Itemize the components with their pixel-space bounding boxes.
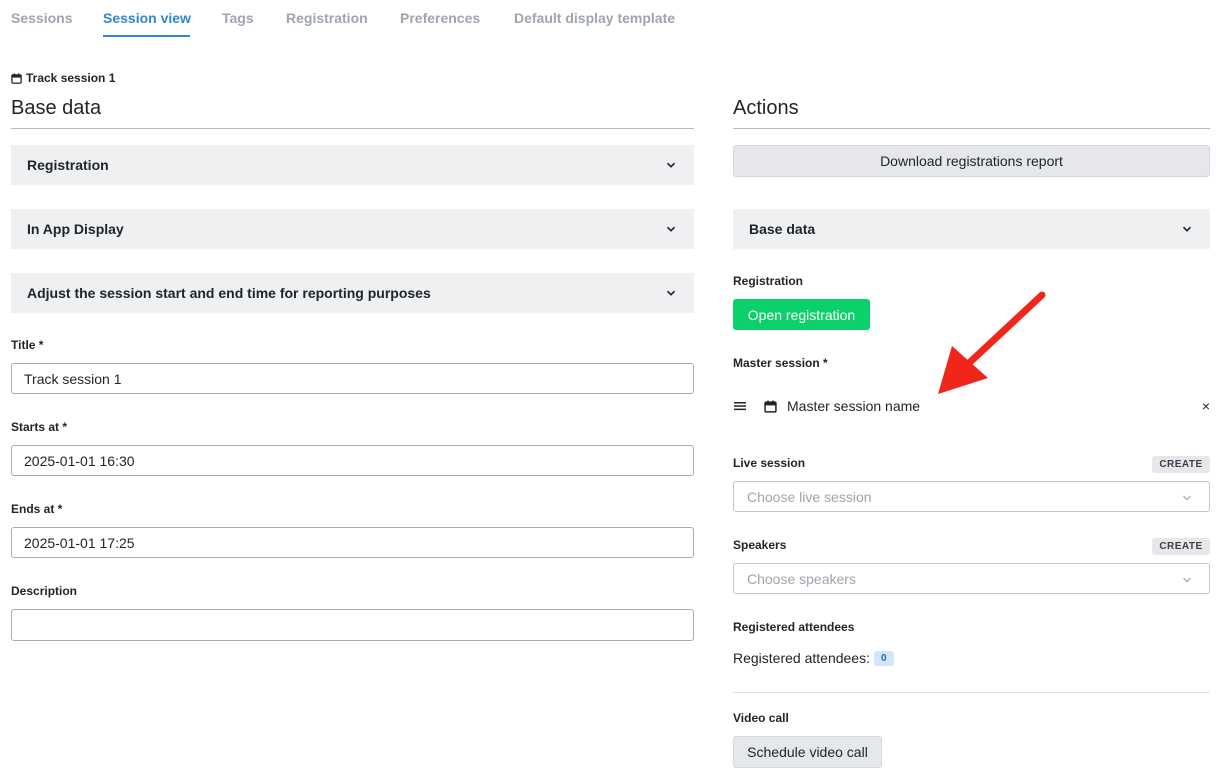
registered-attendees-text: Registered attendees: xyxy=(733,650,870,666)
open-registration-button[interactable]: Open registration xyxy=(733,299,870,330)
live-session-select[interactable]: Choose live session xyxy=(733,481,1210,512)
calendar-icon xyxy=(764,400,777,413)
tab-default-display-template[interactable]: Default display template xyxy=(514,10,675,26)
divider xyxy=(733,128,1210,129)
accordion-registration[interactable]: Registration xyxy=(11,145,694,185)
starts-at-label: Starts at * xyxy=(11,420,68,434)
ends-at-input[interactable] xyxy=(11,527,694,558)
speakers-placeholder: Choose speakers xyxy=(747,570,856,587)
live-session-label: Live session xyxy=(733,456,806,470)
active-tab-indicator xyxy=(103,35,190,37)
actions-heading: Actions xyxy=(733,97,799,119)
master-session-label: Master session * xyxy=(733,356,828,370)
tab-tags[interactable]: Tags xyxy=(222,10,254,26)
starts-at-input[interactable] xyxy=(11,445,694,476)
live-session-placeholder: Choose live session xyxy=(747,488,872,505)
download-registrations-report-button[interactable]: Download registrations report xyxy=(733,145,1210,177)
divider xyxy=(733,692,1210,693)
remove-master-session-button[interactable]: × xyxy=(1202,398,1210,414)
session-context: Track session 1 xyxy=(11,71,115,85)
title-input[interactable] xyxy=(11,363,694,394)
ends-at-label: Ends at * xyxy=(11,502,63,516)
speakers-label: Speakers xyxy=(733,538,787,552)
accordion-label: Registration xyxy=(27,157,109,173)
calendar-icon xyxy=(11,72,22,84)
chevron-down-icon xyxy=(666,226,676,232)
title-label: Title * xyxy=(11,338,44,352)
create-speaker-button[interactable]: CREATE xyxy=(1152,538,1210,555)
video-call-label: Video call xyxy=(733,711,789,725)
speakers-select[interactable]: Choose speakers xyxy=(733,563,1210,594)
tab-session-view[interactable]: Session view xyxy=(103,10,191,26)
divider xyxy=(11,128,694,129)
schedule-video-call-button[interactable]: Schedule video call xyxy=(733,736,882,768)
tab-preferences[interactable]: Preferences xyxy=(400,10,480,26)
context-title: Track session 1 xyxy=(26,71,116,85)
chevron-down-icon xyxy=(1183,495,1191,501)
tab-registration[interactable]: Registration xyxy=(286,10,368,26)
chevron-down-icon xyxy=(666,162,676,168)
base-data-heading: Base data xyxy=(11,97,102,119)
registration-label: Registration xyxy=(733,274,804,288)
create-live-session-button[interactable]: CREATE xyxy=(1152,456,1210,473)
chevron-down-icon xyxy=(1183,577,1191,583)
accordion-in-app-display[interactable]: In App Display xyxy=(11,209,694,249)
registered-attendees-summary: Registered attendees: 0 xyxy=(733,650,894,666)
annotation-arrow-icon xyxy=(938,291,1046,394)
drag-handle-icon[interactable] xyxy=(734,401,746,411)
master-session-name: Master session name xyxy=(787,398,921,414)
tab-sessions[interactable]: Sessions xyxy=(11,10,72,26)
accordion-label: Base data xyxy=(749,221,816,237)
registered-attendees-label: Registered attendees xyxy=(733,620,855,634)
tab-bar: Sessions Session view Tags Registration … xyxy=(0,0,1218,40)
chevron-down-icon xyxy=(1182,226,1192,232)
accordion-label: Adjust the session start and end time fo… xyxy=(27,285,431,301)
chevron-down-icon xyxy=(666,290,676,296)
attendee-count-badge: 0 xyxy=(873,650,894,666)
description-textarea[interactable] xyxy=(11,609,694,641)
accordion-base-data[interactable]: Base data xyxy=(733,209,1210,249)
accordion-label: In App Display xyxy=(27,221,124,237)
description-label: Description xyxy=(11,584,78,598)
accordion-adjust-time[interactable]: Adjust the session start and end time fo… xyxy=(11,273,694,313)
